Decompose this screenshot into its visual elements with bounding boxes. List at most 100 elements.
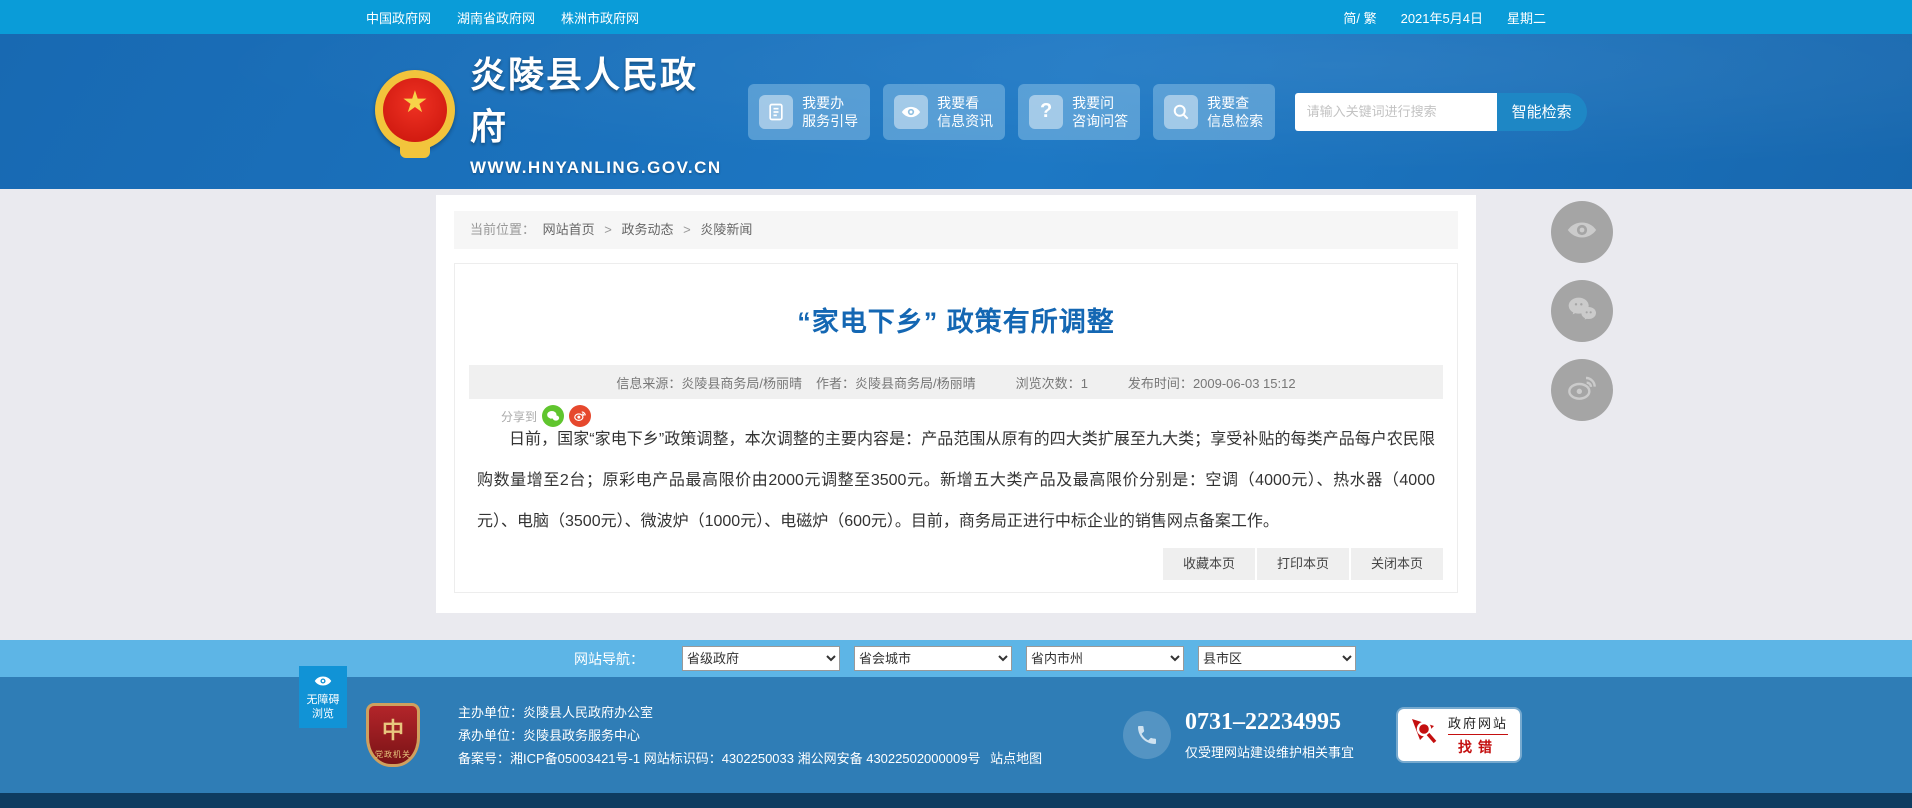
btn-line2: 信息资讯 xyxy=(937,113,993,129)
meta-author-label: 作者： xyxy=(816,376,855,391)
footer: 无障碍 浏览 中 党政机关 主办单位：炎陵县人民政府办公室 承办单位：炎陵县政务… xyxy=(0,677,1912,793)
eye-icon xyxy=(894,95,928,129)
close-page-button[interactable]: 关闭本页 xyxy=(1351,548,1443,580)
btn-line2: 咨询问答 xyxy=(1072,113,1128,129)
gov-site-error-report-badge[interactable]: 政府网站 找错 xyxy=(1398,709,1520,761)
sitemap-link[interactable]: 站点地图 xyxy=(990,751,1042,766)
btn-qa[interactable]: ? 我要问 咨询问答 xyxy=(1018,84,1140,140)
btn-line1: 我要查 xyxy=(1207,95,1249,111)
quick-service-buttons: 我要办 服务引导 我要看 信息资讯 ? 我要问 咨询问答 xyxy=(748,84,1275,140)
question-icon: ? xyxy=(1029,95,1063,129)
undertaker-line: 承办单位：炎陵县政务服务中心 xyxy=(458,724,1042,747)
btn-line1: 我要看 xyxy=(937,95,979,111)
meta-publish-time: 2009-06-03 15:12 xyxy=(1193,376,1296,391)
filing-label: 备案号： xyxy=(458,751,510,766)
document-icon xyxy=(759,95,793,129)
btn-line2: 服务引导 xyxy=(802,113,858,129)
breadcrumb-separator: > xyxy=(683,222,691,237)
meta-views: 1 xyxy=(1081,376,1088,391)
bookmark-page-button[interactable]: 收藏本页 xyxy=(1163,548,1255,580)
current-weekday: 星期二 xyxy=(1507,8,1546,27)
btn-line2: 信息检索 xyxy=(1207,113,1263,129)
btn-info-news[interactable]: 我要看 信息资讯 xyxy=(883,84,1005,140)
breadcrumb: 当前位置： 网站首页 > 政务动态 > 炎陵新闻 xyxy=(454,211,1458,249)
contact-phone-note: 仅受理网站建设维护相关事宜 xyxy=(1185,742,1354,761)
agency-badge-label: 党政机关 xyxy=(375,749,411,760)
eye-icon xyxy=(1565,213,1599,252)
organizer-value: 炎陵县人民政府办公室 xyxy=(523,705,653,720)
site-nav-label: 网站导航： xyxy=(574,649,644,669)
print-page-button[interactable]: 打印本页 xyxy=(1257,548,1349,580)
national-emblem-logo: ★ xyxy=(374,66,456,158)
weibo-share-icon[interactable] xyxy=(569,405,591,427)
meta-source-label: 信息来源： xyxy=(616,376,681,391)
footer-contact: 0731–22234995 仅受理网站建设维护相关事宜 xyxy=(1123,709,1354,761)
floating-toolbar xyxy=(1551,201,1613,421)
btn-line1: 我要问 xyxy=(1072,95,1114,111)
filing-value: 湘ICP备05003421号-1 网站标识码：4302250033 湘公网安备 … xyxy=(510,751,980,766)
phone-icon xyxy=(1123,711,1171,759)
btn-search-info[interactable]: 我要查 信息检索 xyxy=(1153,84,1275,140)
search-icon xyxy=(1164,95,1198,129)
contact-phone: 0731–22234995 xyxy=(1185,709,1354,736)
accessibility-label-line1: 无障碍 xyxy=(307,694,340,707)
select-capital-cities[interactable]: 省会城市 xyxy=(854,646,1012,671)
btn-service-guide[interactable]: 我要办 服务引导 xyxy=(748,84,870,140)
weibo-icon xyxy=(1566,372,1598,409)
shield-glyph: 中 xyxy=(382,713,404,745)
accessibility-browse-badge[interactable]: 无障碍 浏览 xyxy=(299,666,347,728)
smart-search-button[interactable]: 智能检索 xyxy=(1497,93,1587,131)
site-search: 智能检索 xyxy=(1295,93,1587,131)
accessibility-eye-button[interactable] xyxy=(1551,201,1613,263)
link-hunan-gov[interactable]: 湖南省政府网 xyxy=(457,8,535,27)
bottom-strip xyxy=(0,793,1912,808)
site-header: ★ 炎陵县人民政府 WWW.HNYANLING.GOV.CN 我要办 服务引导 xyxy=(0,34,1912,189)
meta-author: 炎陵县商务局/杨丽晴 xyxy=(855,376,976,391)
meta-views-label: 浏览次数： xyxy=(1016,376,1081,391)
accessibility-label-line2: 浏览 xyxy=(312,708,334,721)
btn-line1: 我要办 xyxy=(802,95,844,111)
link-zhuzhou-gov[interactable]: 株洲市政府网 xyxy=(561,8,639,27)
article-body: 日前，国家“家电下乡”政策调整，本次调整的主要内容是：产品范围从原有的四大类扩展… xyxy=(477,419,1435,542)
error-magnifier-icon xyxy=(1410,716,1440,755)
select-province-cities[interactable]: 省内市州 xyxy=(1026,646,1184,671)
breadcrumb-section[interactable]: 政务动态 xyxy=(622,222,674,237)
top-gov-links: 中国政府网 湖南省政府网 株洲市政府网 xyxy=(366,8,639,27)
party-gov-agency-badge[interactable]: 中 党政机关 xyxy=(366,703,420,767)
error-badge-line2: 找错 xyxy=(1458,737,1498,757)
share-row: 分享到 xyxy=(501,405,1457,427)
eye-icon xyxy=(314,674,332,693)
breadcrumb-label: 当前位置： xyxy=(470,222,535,237)
wechat-icon xyxy=(1566,293,1598,330)
site-brand[interactable]: ★ 炎陵县人民政府 WWW.HNYANLING.GOV.CN xyxy=(374,46,722,178)
article-actions: 收藏本页 打印本页 关闭本页 xyxy=(1163,548,1443,580)
wechat-share-button[interactable] xyxy=(1551,280,1613,342)
breadcrumb-separator: > xyxy=(604,222,612,237)
search-input[interactable] xyxy=(1295,93,1497,131)
main-area: 当前位置： 网站首页 > 政务动态 > 炎陵新闻 “家电下乡” 政策有所调整 信… xyxy=(0,189,1912,640)
organizer-label: 主办单位： xyxy=(458,705,523,720)
content-wrapper: 当前位置： 网站首页 > 政务动态 > 炎陵新闻 “家电下乡” 政策有所调整 信… xyxy=(436,195,1476,613)
meta-source: 炎陵县商务局/杨丽晴 xyxy=(681,376,802,391)
site-name: 炎陵县人民政府 xyxy=(470,46,722,150)
site-nav-bar: 网站导航： 省级政府 省会城市 省内市州 县市区 xyxy=(0,640,1912,677)
breadcrumb-page[interactable]: 炎陵新闻 xyxy=(700,222,752,237)
filing-line: 备案号：湘ICP备05003421号-1 网站标识码：4302250033 湘公… xyxy=(458,747,1042,770)
error-badge-line1: 政府网站 xyxy=(1448,713,1508,732)
select-provincial-gov[interactable]: 省级政府 xyxy=(682,646,840,671)
share-label: 分享到 xyxy=(501,408,537,425)
top-bar: 中国政府网 湖南省政府网 株洲市政府网 简/ 繁 2021年5月4日 星期二 xyxy=(0,0,1912,34)
lang-toggle[interactable]: 简/ 繁 xyxy=(1343,8,1376,27)
article-meta-bar: 信息来源：炎陵县商务局/杨丽晴 作者：炎陵县商务局/杨丽晴 浏览次数：1 发布时… xyxy=(469,365,1443,399)
breadcrumb-home[interactable]: 网站首页 xyxy=(543,222,595,237)
organizer-line: 主办单位：炎陵县人民政府办公室 xyxy=(458,701,1042,724)
current-date: 2021年5月4日 xyxy=(1401,8,1483,27)
meta-publish-label: 发布时间： xyxy=(1128,376,1193,391)
link-china-gov[interactable]: 中国政府网 xyxy=(366,8,431,27)
undertaker-label: 承办单位： xyxy=(458,728,523,743)
undertaker-value: 炎陵县政务服务中心 xyxy=(523,728,640,743)
select-counties[interactable]: 县市区 xyxy=(1198,646,1356,671)
error-badge-divider xyxy=(1448,734,1508,735)
wechat-share-icon[interactable] xyxy=(542,405,564,427)
weibo-share-button[interactable] xyxy=(1551,359,1613,421)
